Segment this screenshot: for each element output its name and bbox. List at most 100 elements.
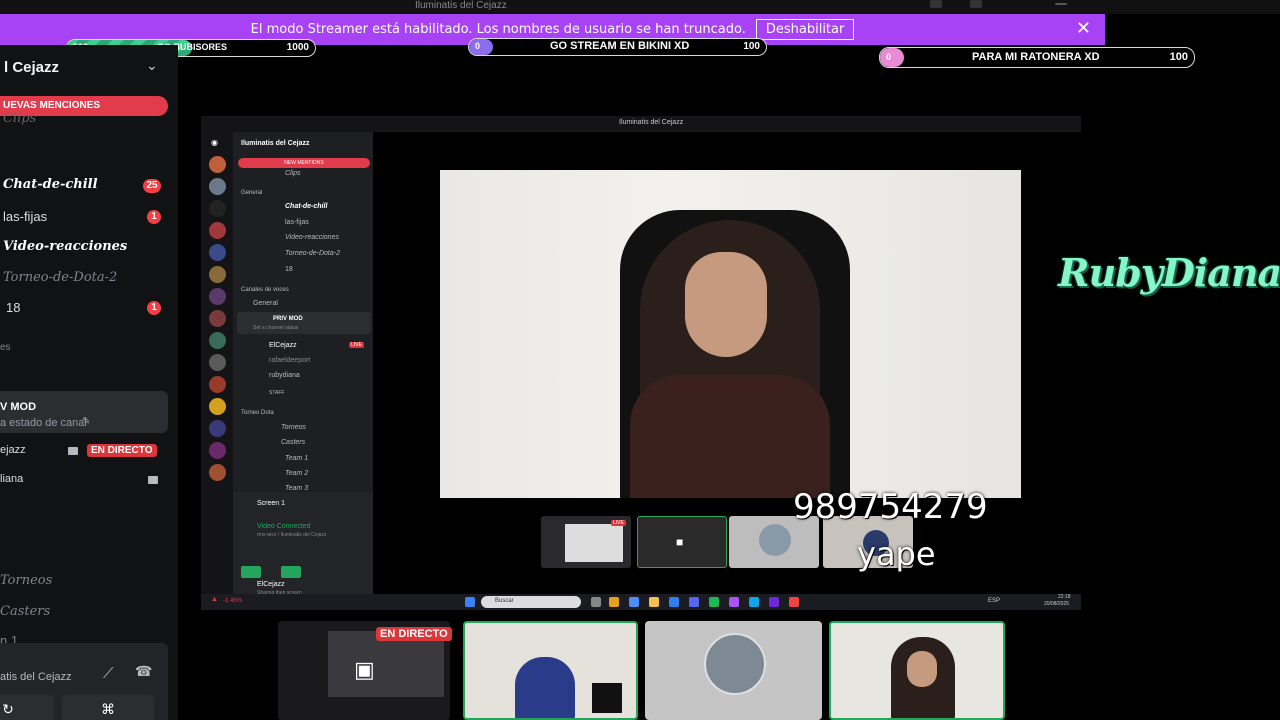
channel-clips[interactable]: Clips — [3, 111, 36, 126]
voice-channel-name: V MOD — [0, 401, 37, 413]
capture-channel: Chat-de-chill — [285, 203, 328, 210]
capture-ticker: -1.45% — [223, 598, 243, 604]
obs-icon — [729, 597, 739, 607]
voice-user-name[interactable]: ejazz — [0, 444, 26, 456]
capture-thumb: LIVE — [541, 516, 631, 568]
capture-channel: General — [253, 300, 278, 307]
tile-chair — [592, 683, 622, 713]
goal-target: 100 — [743, 41, 760, 52]
camera-icon — [148, 476, 158, 484]
goal-current: 0 — [886, 52, 892, 62]
bottom-tile-avatar[interactable] — [645, 621, 822, 720]
capture-live-badge: LIVE — [349, 342, 364, 348]
task-view-icon — [591, 597, 601, 607]
server-icon — [209, 288, 226, 305]
thumb-video — [565, 524, 623, 562]
goal-target: 100 — [1169, 51, 1188, 63]
capture-channel: Team 2 — [285, 470, 309, 477]
focused-video-feed — [440, 170, 1021, 498]
minimize-icon[interactable] — [1055, 3, 1067, 5]
yape-overlay: yape — [857, 535, 936, 573]
capture-server-rail: ◉ — [201, 132, 233, 598]
capture-category: Canales de voces — [241, 287, 289, 293]
server-icon — [209, 310, 226, 327]
voice-user-name[interactable]: liana — [0, 473, 23, 485]
goal-label: GO STREAM EN BIKINI XD — [550, 40, 690, 52]
capture-voice-user: ElCejazz — [269, 342, 297, 349]
capture-channel: STAFF — [269, 390, 285, 396]
screen-share-icon: ▣ — [354, 657, 375, 682]
goal-bar-bikini: 0 GO STREAM EN BIKINI XD 100 — [468, 38, 767, 56]
server-icon — [209, 178, 226, 195]
capture-titlebar: Iluminatis del Cejazz — [201, 116, 1081, 132]
disable-streamer-mode-button[interactable]: Deshabilitar — [755, 19, 855, 40]
capture-ticker-icon: ▲ — [211, 596, 218, 603]
taskbar-search: Buscar — [481, 596, 581, 608]
channel-18[interactable]: 18 — [6, 300, 20, 315]
channel-video-reacciones[interactable]: Video-reacciones — [3, 239, 127, 254]
pencil-icon[interactable]: ✎ — [82, 416, 90, 427]
capture-voice-user: rafaeldeeport — [269, 357, 311, 364]
server-icon — [209, 398, 226, 415]
capture-channel: las-fijas — [285, 219, 309, 226]
capture-video-connected: Video Connected — [257, 523, 311, 530]
server-name[interactable]: l Cejazz — [4, 59, 59, 76]
channel-chat-de-chill[interactable]: Chat-de-chill — [3, 177, 98, 192]
server-icon — [209, 200, 226, 217]
capture-video-stage: LIVE ■ — [373, 132, 1081, 598]
bottom-tile-camera[interactable] — [829, 621, 1005, 720]
capture-channel: Clips — [285, 170, 301, 177]
capture-video-sub: rmx-arcx / Iluminatis del Cejazz — [257, 532, 327, 538]
capture-channel-list: Iluminatis del Cejazz NEW MENTIONS Clips… — [233, 132, 373, 598]
app-icon — [789, 597, 799, 607]
channel-status[interactable]: a estado de canal — [0, 417, 87, 429]
capture-channel: Team 1 — [285, 455, 309, 462]
goal-label: PARA MI RATONERA XD — [972, 51, 1100, 63]
store-icon — [669, 597, 679, 607]
video-face — [685, 252, 767, 357]
screen-share-capture: Iluminatis del Cejazz ◉ Iluminatis del C… — [201, 116, 1081, 610]
discord-icon — [689, 597, 699, 607]
channel-torneo-dota[interactable]: Torneo-de-Dota-2 — [3, 270, 117, 285]
category-label[interactable]: es — [0, 342, 11, 353]
capture-new-mentions: NEW MENTIONS — [238, 158, 370, 168]
server-icon — [209, 376, 226, 393]
tile-person — [515, 657, 575, 718]
bottom-tile-camera[interactable] — [463, 621, 638, 720]
activity-button[interactable]: ↻ — [0, 695, 54, 720]
capture-channel: 18 — [285, 266, 293, 273]
capture-voice-user: rubydiana — [269, 372, 300, 379]
capture-channel: Team 3 — [285, 485, 309, 492]
game-button[interactable]: ⌘ — [62, 695, 154, 720]
camera-icon — [241, 566, 261, 578]
capture-screen-label: Screen 1 — [257, 500, 286, 507]
capture-channel: Casters — [281, 439, 306, 446]
capture-title: Iluminatis del Cejazz — [619, 119, 684, 126]
capture-thumb: ■ — [637, 516, 727, 568]
window-titlebar: Iluminatis del Cejazz — [0, 0, 1280, 14]
channel-casters[interactable]: Casters — [0, 604, 50, 619]
inbox-icon[interactable] — [930, 0, 942, 8]
server-icon — [209, 464, 226, 481]
mention-badge: 1 — [147, 301, 161, 315]
voice-channel-priv-mod[interactable]: V MOD a estado de canal ✎ — [0, 391, 168, 433]
close-icon[interactable]: ✕ — [1076, 18, 1091, 39]
help-icon[interactable] — [970, 0, 982, 8]
capture-channel: Torneo-de-Dota-2 — [285, 250, 340, 257]
tray-date: 20/08/2025 — [1044, 601, 1070, 607]
camera-icon: ■ — [676, 535, 684, 549]
server-icon — [209, 354, 226, 371]
goal-fill — [880, 48, 904, 67]
channel-torneos[interactable]: Torneos — [0, 573, 52, 588]
chrome-icon — [609, 597, 619, 607]
server-icon — [209, 332, 226, 349]
folder-icon — [649, 597, 659, 607]
server-icon — [209, 442, 226, 459]
edge-icon — [629, 597, 639, 607]
noise-suppression-icon[interactable]: ⟋ — [103, 665, 114, 682]
capture-user-name: ElCejazz — [257, 581, 285, 588]
thumb-live-badge: LIVE — [611, 520, 626, 526]
channel-las-fijas[interactable]: las-fijas — [3, 209, 47, 224]
chevron-down-icon[interactable]: ⌄ — [146, 57, 158, 74]
disconnect-icon[interactable]: ☎ — [135, 663, 152, 680]
